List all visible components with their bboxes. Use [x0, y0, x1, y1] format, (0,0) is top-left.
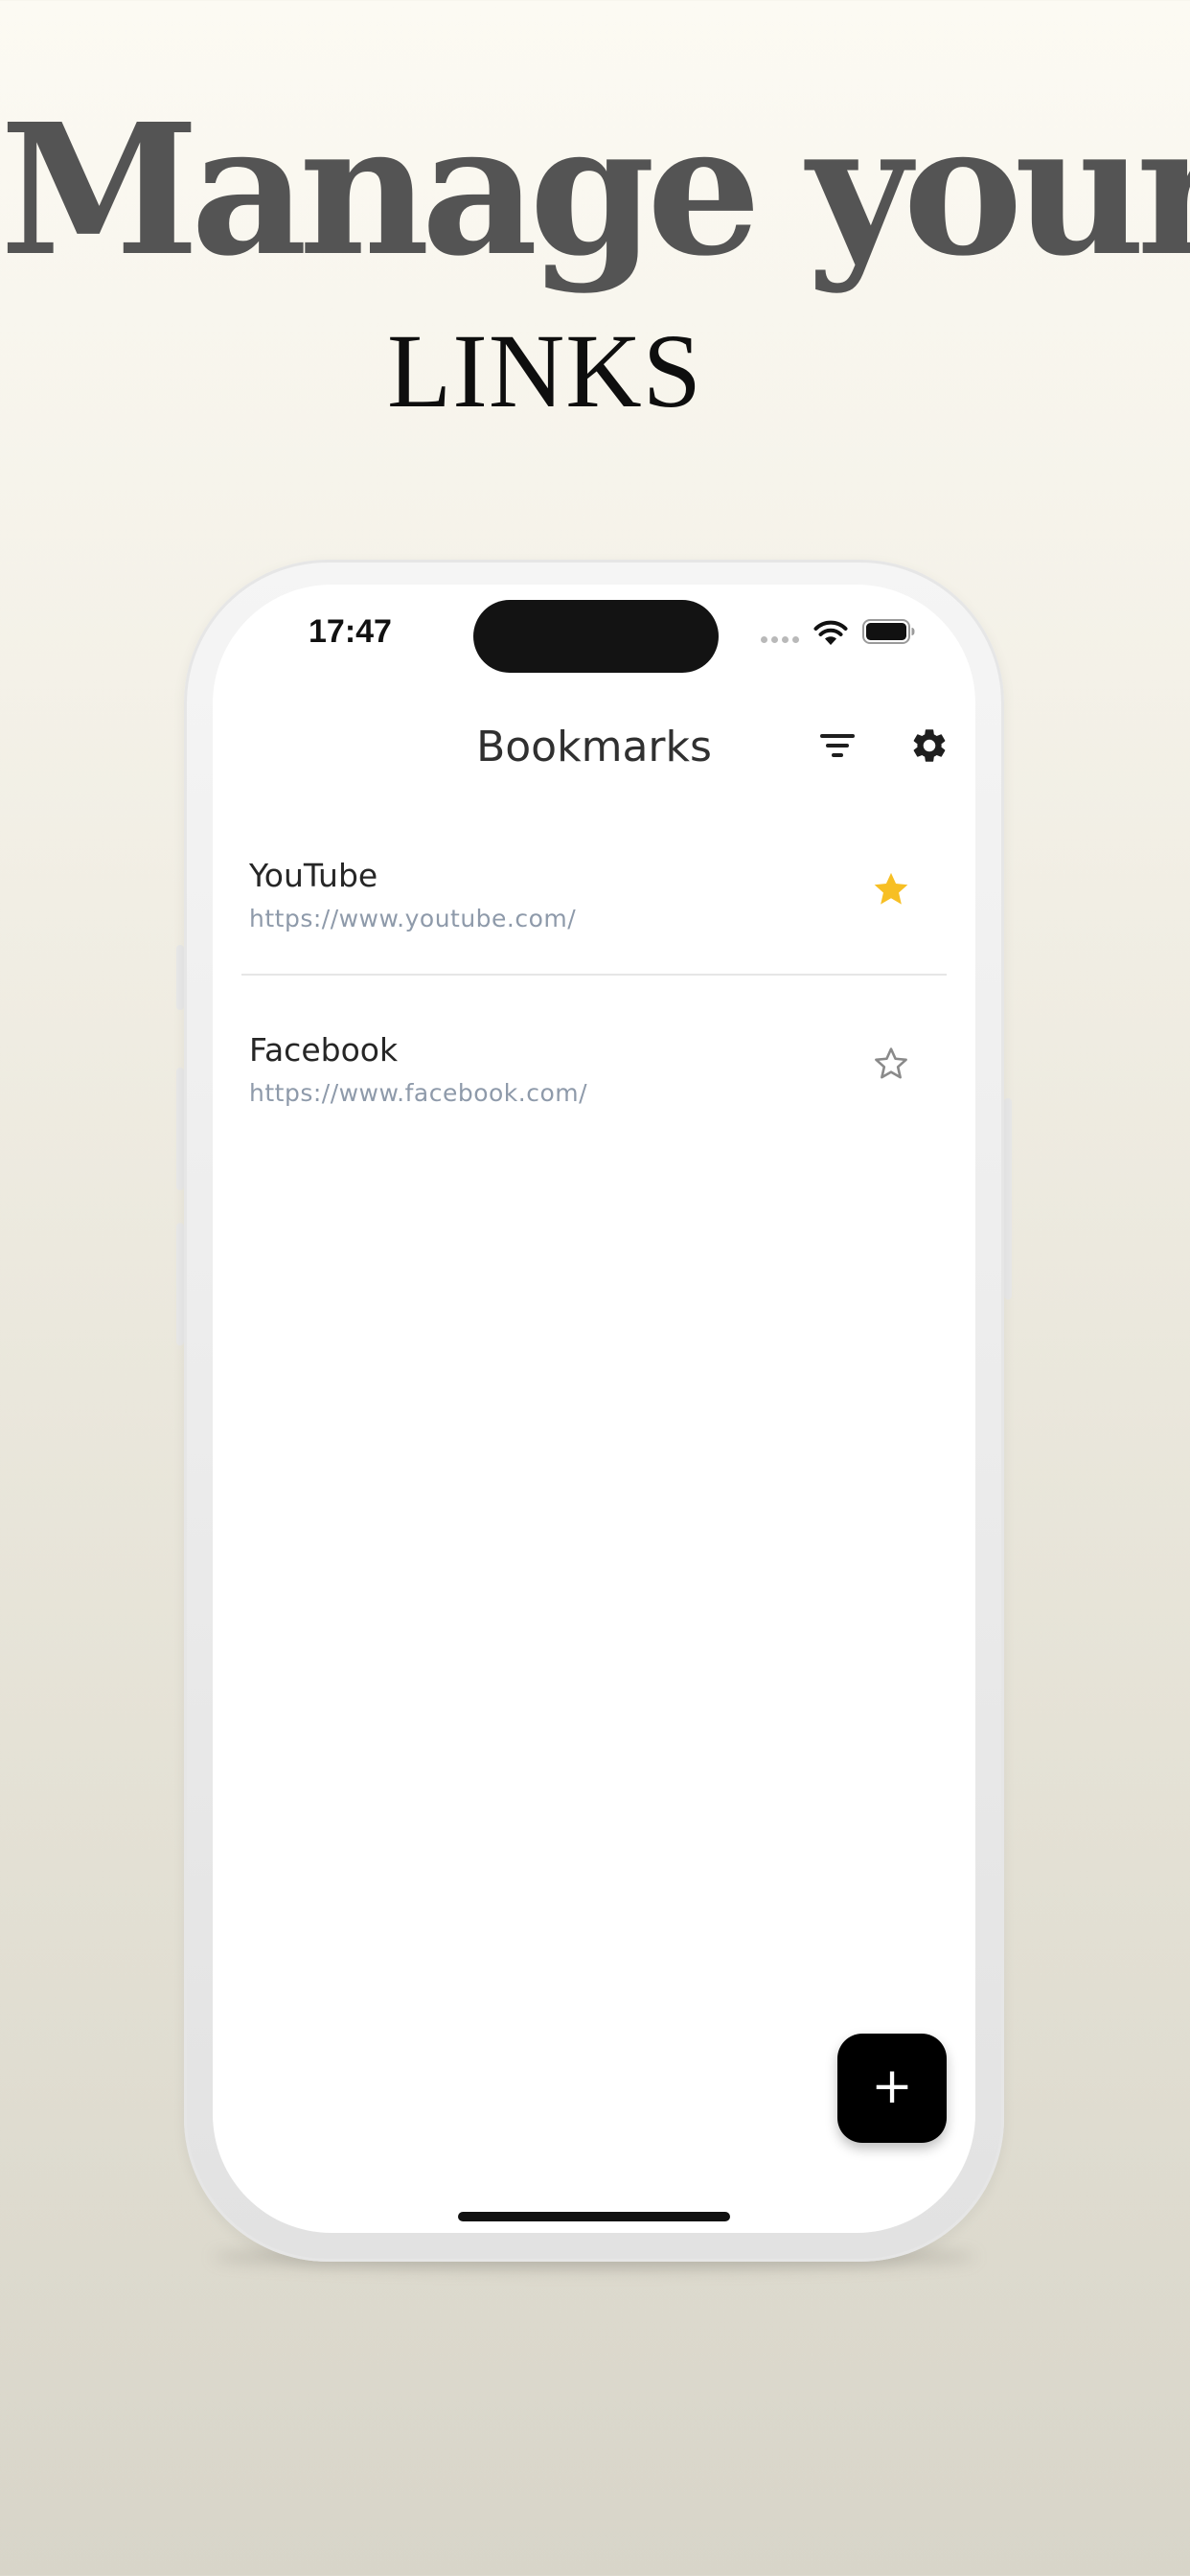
- bookmark-title: Facebook: [249, 1031, 399, 1069]
- phone-volume-up-button: [176, 1068, 184, 1190]
- bookmark-title: YouTube: [249, 857, 378, 894]
- phone-volume-down-button: [176, 1223, 184, 1346]
- star-outline-icon: [875, 1047, 907, 1079]
- favorite-toggle-youtube[interactable]: [864, 862, 918, 916]
- marketing-headline: Manage your LINKS: [0, 0, 1190, 441]
- plus-icon: +: [871, 2058, 913, 2115]
- signal-icon: [761, 636, 799, 643]
- status-bar-time: 17:47: [309, 613, 392, 650]
- bookmark-url: https://www.youtube.com/: [249, 905, 577, 932]
- settings-button[interactable]: [903, 719, 956, 772]
- phone-screen: 17:47 Bookmarks YouTube https://www.yout…: [213, 585, 975, 2233]
- star-filled-icon: [874, 872, 908, 905]
- phone-action-button: [176, 945, 184, 1010]
- filter-icon: [820, 734, 855, 757]
- headline-sub-text: LINKS: [387, 312, 702, 429]
- favorite-toggle-facebook[interactable]: [864, 1037, 918, 1091]
- list-divider: [241, 974, 947, 976]
- home-indicator[interactable]: [458, 2212, 730, 2221]
- battery-icon: [862, 619, 915, 644]
- add-bookmark-button[interactable]: +: [837, 2034, 947, 2143]
- headline-main-text: Manage your: [0, 84, 1190, 296]
- bookmark-item-facebook[interactable]: Facebook https://www.facebook.com/: [213, 1008, 975, 1152]
- bookmark-url: https://www.facebook.com/: [249, 1079, 588, 1107]
- bookmark-item-youtube[interactable]: YouTube https://www.youtube.com/: [213, 834, 975, 978]
- dynamic-island: [473, 600, 719, 673]
- settings-gear-icon: [913, 729, 946, 762]
- wifi-icon: [813, 620, 848, 645]
- phone-power-button: [1004, 1098, 1012, 1300]
- filter-button[interactable]: [811, 719, 864, 772]
